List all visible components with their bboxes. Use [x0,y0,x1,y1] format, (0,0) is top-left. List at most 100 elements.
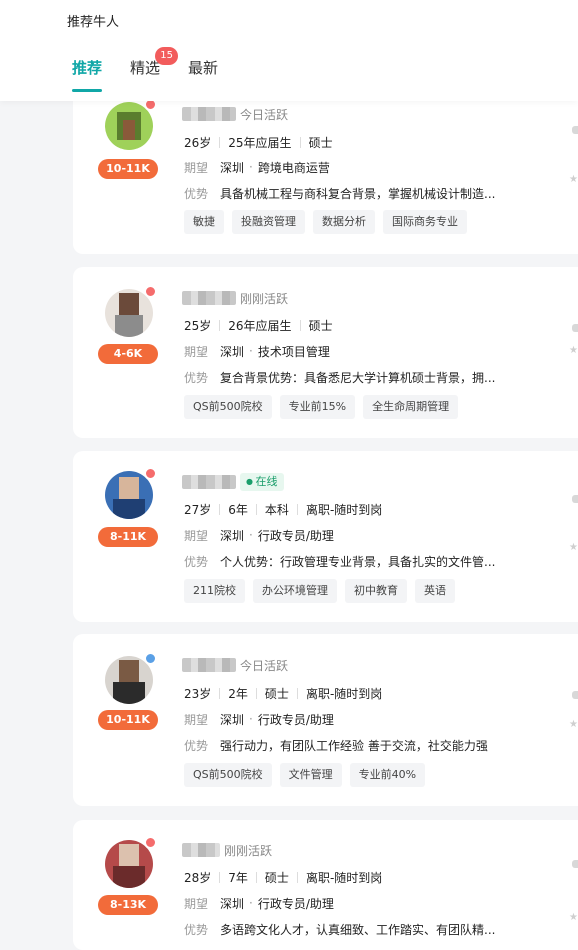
meta-row: 23岁 2年 硕士 离职-随时到岗 [184,684,382,702]
tab-latest-label: 最新 [188,59,219,77]
tags-row: QS前500院校 专业前15% 全生命周期管理 [184,395,459,419]
star-icon[interactable]: ★ [569,719,578,730]
expectation-label: 期望 [184,160,209,175]
age: 28岁 [184,870,212,885]
expectation-row: 期望 深圳 · 行政专员/助理 [184,528,334,543]
avatar [105,652,157,704]
avatar [105,98,157,150]
more-actions-icon[interactable] [572,860,578,868]
age: 23岁 [184,686,212,701]
skill-tag: 国际商务专业 [383,210,467,234]
tab-latest[interactable]: 最新 [188,57,218,81]
skill-tag: QS前500院校 [184,763,272,787]
candidate-card[interactable]: 8-13K 刚刚活跃 28岁 7年 硕士 离职-随时到岗 期望 深圳 · 行政专员… [73,820,578,950]
age: 27岁 [184,502,212,517]
expect-city: 深圳 [220,160,245,175]
top-header: 推荐牛人 推荐 精选 15 最新 [0,0,578,101]
skill-tag: 全生命周期管理 [363,395,459,419]
expect-job: 技术项目管理 [257,344,330,359]
avatar [105,836,157,888]
candidate-card[interactable]: 4-6K 刚刚活跃 25岁 26年应届生 硕士 期望 深圳 · 技术项目管理 优势… [73,267,578,438]
expect-job: 行政专员/助理 [257,712,334,727]
advantage-text: 强行动力，有团队工作经验 善于交流，社交能力强 [220,738,488,753]
degree: 硕士 [264,686,289,701]
star-icon[interactable]: ★ [569,912,578,923]
meta-row: 27岁 6年 本科 离职-随时到岗 [184,500,382,518]
salary-badge: 10-11K [98,710,158,730]
job-status: 离职-随时到岗 [305,870,383,885]
advantage-label: 优势 [184,554,209,569]
advantage-row: 优势 个人优势：行政管理专业背景，具备扎实的文件管... [184,552,495,570]
star-icon[interactable]: ★ [569,174,578,185]
expect-job: 行政专员/助理 [257,528,334,543]
expectation-row: 期望 深圳 · 行政专员/助理 [184,712,334,727]
age: 26岁 [184,135,212,150]
advantage-label: 优势 [184,922,209,937]
meta-row: 26岁 25年应届生 硕士 [184,133,333,151]
name-row: 今日活跃 [182,656,288,674]
candidate-card[interactable]: 10-11K 今日活跃 23岁 2年 硕士 离职-随时到岗 期望 深圳 · 行政专… [73,634,578,806]
meta-row: 25岁 26年应届生 硕士 [184,316,333,334]
candidate-card[interactable]: 10-11K 今日活跃 26岁 25年应届生 硕士 期望 深圳 · 跨境电商运营 … [73,80,578,254]
avatar [105,467,157,519]
advantage-row: 优势 复合背景优势：具备悉尼大学计算机硕士背景，拥... [184,368,495,386]
skill-tag: QS前500院校 [184,395,272,419]
candidate-card[interactable]: 8-11K 在线 27岁 6年 本科 离职-随时到岗 期望 深圳· 行政专员/助… [73,451,578,622]
skill-tag: 投融资管理 [232,210,305,234]
name-row: 刚刚活跃 [182,289,288,307]
more-actions-icon[interactable] [572,495,578,503]
name-blurred [182,658,236,672]
more-actions-icon[interactable] [572,691,578,699]
notification-dot [144,467,157,480]
expect-city: 深圳 [220,712,245,727]
advantage-text: 复合背景优势：具备悉尼大学计算机硕士背景，拥... [220,370,496,385]
job-status: 离职-随时到岗 [305,502,383,517]
expectation-row: 期望 深圳 · 行政专员/助理 [184,896,334,911]
expectation-label: 期望 [184,712,209,727]
tab-selected-label: 精选 [130,59,161,77]
star-icon[interactable]: ★ [569,345,578,356]
tags-row: 敏捷 投融资管理 数据分析 国际商务专业 [184,210,467,234]
name-row: 在线 [182,473,284,491]
degree: 硕士 [308,135,333,150]
notification-dot [144,836,157,849]
tab-selected[interactable]: 精选 15 [130,47,179,81]
skill-tag: 敏捷 [184,210,224,234]
experience: 6年 [228,502,248,517]
age: 25岁 [184,318,212,333]
notification-dot [144,652,157,665]
more-actions-icon[interactable] [572,324,578,332]
name-blurred [182,107,236,121]
expectation-label: 期望 [184,344,209,359]
more-actions-icon[interactable] [572,126,578,134]
advantage-row: 优势 具备机械工程与商科复合背景，掌握机械设计制造... [184,184,495,202]
expect-city: 深圳 [220,344,245,359]
salary-badge: 8-13K [98,895,158,915]
name-row: 今日活跃 [182,105,288,123]
salary-badge: 8-11K [98,527,158,547]
tab-badge: 15 [155,47,179,65]
expectation-label: 期望 [184,528,209,543]
expectation-row: 期望 深圳 · 跨境电商运营 [184,160,330,175]
name-blurred [182,475,236,489]
expect-job: 行政专员/助理 [257,896,334,911]
skill-tag: 文件管理 [279,763,342,787]
advantage-label: 优势 [184,370,209,385]
expect-city: 深圳 [220,896,245,911]
star-icon[interactable]: ★ [569,542,578,553]
advantage-label: 优势 [184,186,209,201]
activity-status: 今日活跃 [240,107,289,122]
advantage-text: 多语跨文化人才，认真细致、工作踏实、有团队精... [220,922,496,937]
tab-recommend-label: 推荐 [72,59,103,77]
salary-badge: 4-6K [98,344,158,364]
experience: 26年应届生 [228,318,292,333]
expectation-label: 期望 [184,896,209,911]
tags-row: QS前500院校 文件管理 专业前40% [184,763,426,787]
skill-tag: 英语 [415,579,455,603]
degree: 硕士 [308,318,333,333]
skill-tag: 初中教育 [345,579,407,603]
expectation-row: 期望 深圳 · 技术项目管理 [184,344,330,359]
page-title: 推荐牛人 [67,15,120,30]
tab-recommend[interactable]: 推荐 [72,57,103,92]
degree: 本科 [264,502,289,517]
